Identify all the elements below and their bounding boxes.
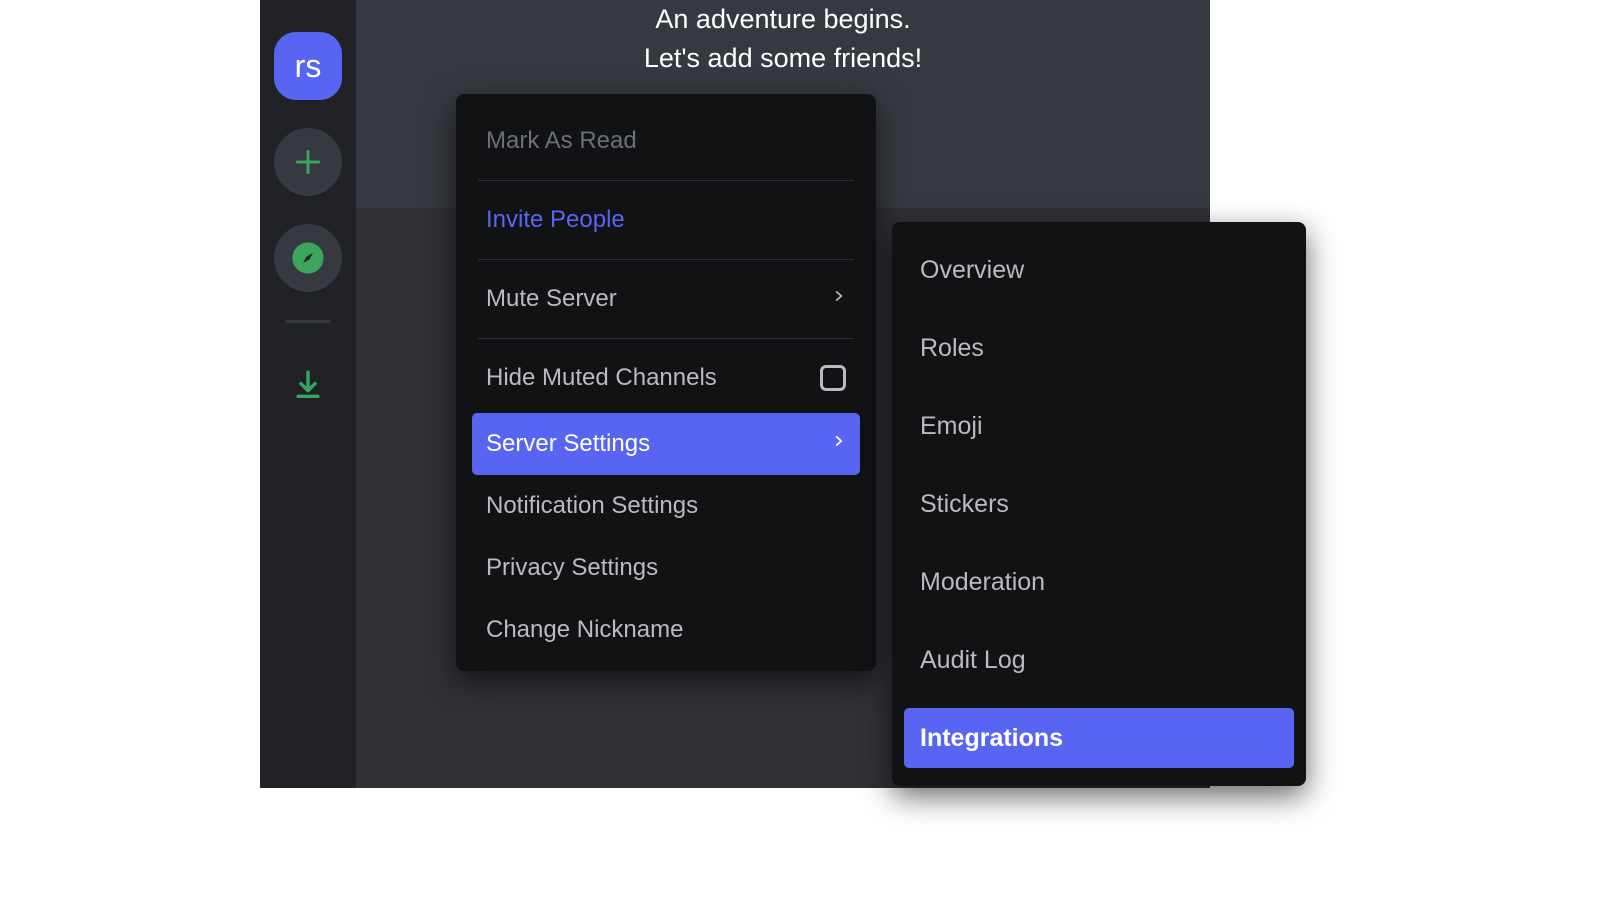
onboarding-text: An adventure begins. Let's add some frie… [356,0,1210,78]
menu-item-label: Mark As Read [486,127,637,155]
submenu-item-stickers[interactable]: Stickers [904,474,1294,534]
menu-item-label: Hide Muted Channels [486,364,717,392]
menu-separator [478,338,854,339]
server-settings-submenu: Overview Roles Emoji Stickers Moderation… [892,222,1306,786]
menu-item-mute-server[interactable]: Mute Server [472,268,860,330]
menu-item-invite-people[interactable]: Invite People [472,189,860,251]
submenu-item-label: Emoji [920,412,983,441]
submenu-item-label: Roles [920,334,984,363]
menu-item-hide-muted-channels[interactable]: Hide Muted Channels [472,347,860,409]
submenu-item-audit-log[interactable]: Audit Log [904,630,1294,690]
submenu-item-label: Stickers [920,490,1009,519]
menu-item-label: Invite People [486,206,625,234]
submenu-item-label: Overview [920,256,1024,285]
add-server-button[interactable] [274,128,342,196]
menu-item-label: Mute Server [486,285,617,313]
server-context-menu: Mark As Read Invite People Mute Server H… [456,94,876,671]
chevron-right-icon [832,430,846,458]
menu-item-label: Change Nickname [486,616,683,644]
menu-item-mark-as-read: Mark As Read [472,110,860,172]
submenu-item-label: Integrations [920,724,1063,753]
menu-item-notification-settings[interactable]: Notification Settings [472,475,860,537]
download-apps-button[interactable] [274,351,342,419]
submenu-item-roles[interactable]: Roles [904,318,1294,378]
server-rail: rs [260,0,356,788]
submenu-item-label: Audit Log [920,646,1026,675]
explore-servers-button[interactable] [274,224,342,292]
menu-item-change-nickname[interactable]: Change Nickname [472,599,860,661]
channel-main-area: An adventure begins. Let's add some frie… [356,0,1210,788]
menu-separator [478,180,854,181]
onboarding-line2: Let's add some friends! [356,39,1210,78]
onboarding-line1: An adventure begins. [356,0,1210,39]
server-avatar-initials: rs [295,48,322,85]
plus-icon [292,146,324,178]
menu-item-server-settings[interactable]: Server Settings [472,413,860,475]
checkbox-unchecked-icon[interactable] [820,365,846,391]
menu-item-label: Privacy Settings [486,554,658,582]
server-avatar[interactable]: rs [274,32,342,100]
submenu-item-emoji[interactable]: Emoji [904,396,1294,456]
download-icon [291,368,325,402]
submenu-item-moderation[interactable]: Moderation [904,552,1294,612]
menu-separator [478,259,854,260]
submenu-item-overview[interactable]: Overview [904,240,1294,300]
menu-item-label: Notification Settings [486,492,698,520]
rail-divider [286,320,330,323]
submenu-item-integrations[interactable]: Integrations [904,708,1294,768]
submenu-item-label: Moderation [920,568,1045,597]
chevron-right-icon [832,285,846,313]
compass-icon [291,241,325,275]
menu-item-label: Server Settings [486,430,650,458]
app-frame: rs An adventure begins. Let's add some f… [260,0,1210,788]
menu-item-privacy-settings[interactable]: Privacy Settings [472,537,860,599]
